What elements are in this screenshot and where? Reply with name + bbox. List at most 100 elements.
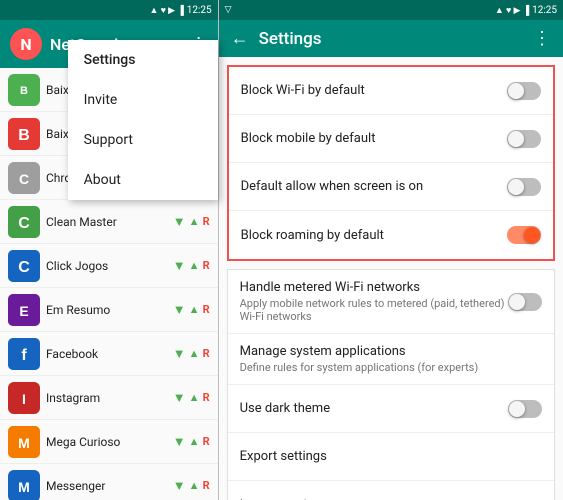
menu-item-settings[interactable]: Settings <box>68 40 218 80</box>
list-item[interactable]: M Mega Curioso ▼ ▲ R <box>0 420 218 464</box>
wifi-toggle[interactable]: ▼ <box>173 258 186 274</box>
menu-item-invite[interactable]: Invite <box>68 80 218 120</box>
app-name: Click Jogos <box>46 259 173 273</box>
mobile-toggle[interactable]: ▲ <box>189 479 200 492</box>
dropdown-menu: Settings Invite Support About <box>68 40 218 200</box>
app-icon: f <box>8 338 40 370</box>
setting-title: Block mobile by default <box>241 131 507 146</box>
setting-title: Manage system applications <box>240 344 542 359</box>
setting-text: Block mobile by default <box>241 131 507 146</box>
wifi-toggle[interactable]: ▼ <box>173 214 186 230</box>
setting-block-wifi[interactable]: Block Wi-Fi by default <box>229 67 553 115</box>
list-item[interactable]: C Clean Master ▼ ▲ R <box>0 200 218 244</box>
app-icon: M <box>8 426 40 458</box>
right-header: ← Settings ⋮ <box>219 20 563 57</box>
toggle-metered-wifi[interactable] <box>508 293 542 311</box>
setting-manage-system[interactable]: Manage system applications Define rules … <box>228 334 554 385</box>
status-time-left: 12:25 <box>187 5 212 16</box>
list-item[interactable]: M Messenger ▼ ▲ R <box>0 464 218 500</box>
highlighted-settings-section: Block Wi-Fi by default Block mobile by d… <box>227 65 555 261</box>
app-info: Messenger <box>46 479 173 493</box>
more-options-icon[interactable]: ⋮ <box>533 28 551 49</box>
app-controls: ▼ ▲ R <box>173 478 210 494</box>
r-badge: R <box>203 479 210 492</box>
setting-title: Use dark theme <box>240 401 508 416</box>
mobile-toggle[interactable]: ▲ <box>189 435 200 448</box>
r-badge: R <box>203 259 210 272</box>
setting-import[interactable]: Import settings <box>228 481 554 500</box>
toggle-dark-theme[interactable] <box>508 400 542 418</box>
netguard-app-icon: N <box>10 28 42 60</box>
toggle-block-wifi[interactable] <box>507 82 541 100</box>
menu-item-about[interactable]: About <box>68 160 218 200</box>
app-name: Mega Curioso <box>46 435 173 449</box>
setting-default-allow-screen[interactable]: Default allow when screen is on <box>229 163 553 211</box>
wifi-toggle[interactable]: ▼ <box>173 390 186 406</box>
mobile-toggle[interactable]: ▲ <box>189 259 200 272</box>
setting-dark-theme[interactable]: Use dark theme <box>228 385 554 433</box>
svg-text:B: B <box>18 127 30 144</box>
r-badge: R <box>203 303 210 316</box>
right-panel: ▽ ▲ ♥ ▶ ▐ 12:25 ← Settings ⋮ Block Wi-Fi… <box>219 0 563 500</box>
mobile-toggle[interactable]: ▲ <box>189 215 200 228</box>
list-item[interactable]: I Instagram ▼ ▲ R <box>0 376 218 420</box>
back-button[interactable]: ← <box>231 28 249 49</box>
svg-text:M: M <box>18 479 30 495</box>
app-icon: B <box>8 74 40 106</box>
setting-export[interactable]: Export settings <box>228 433 554 481</box>
wifi-toggle[interactable]: ▼ <box>173 434 186 450</box>
app-controls: ▼ ▲ R <box>173 258 210 274</box>
app-info: Facebook <box>46 347 173 361</box>
setting-text: Default allow when screen is on <box>241 179 507 194</box>
setting-block-roaming[interactable]: Block roaming by default <box>229 211 553 259</box>
mobile-toggle[interactable]: ▲ <box>189 347 200 360</box>
status-icons-right: ▲ ♥ ▶ ▐ <box>495 5 529 16</box>
app-icon: C <box>8 162 40 194</box>
list-item[interactable]: C Click Jogos ▼ ▲ R <box>0 244 218 288</box>
setting-title: Export settings <box>240 449 542 464</box>
wifi-toggle[interactable]: ▼ <box>173 302 186 318</box>
app-name: Instagram <box>46 391 173 405</box>
app-controls: ▼ ▲ R <box>173 346 210 362</box>
app-icon: C <box>8 250 40 282</box>
app-info: Instagram <box>46 391 173 405</box>
app-controls: ▼ ▲ R <box>173 302 210 318</box>
app-name: Messenger <box>46 479 173 493</box>
setting-metered-wifi[interactable]: Handle metered Wi-Fi networks Apply mobi… <box>228 270 554 334</box>
list-item[interactable]: f Facebook ▼ ▲ R <box>0 332 218 376</box>
toggle-default-allow-screen[interactable] <box>507 178 541 196</box>
setting-block-mobile[interactable]: Block mobile by default <box>229 115 553 163</box>
setting-text: Block roaming by default <box>241 228 507 243</box>
wifi-toggle[interactable]: ▼ <box>173 478 186 494</box>
app-controls: ▼ ▲ R <box>173 214 210 230</box>
setting-subtitle: Define rules for system applications (fo… <box>240 361 542 374</box>
setting-text: Use dark theme <box>240 401 508 416</box>
r-badge: R <box>203 435 210 448</box>
settings-list: Block Wi-Fi by default Block mobile by d… <box>219 57 563 500</box>
svg-text:E: E <box>19 303 28 319</box>
app-icon: B <box>8 118 40 150</box>
r-badge: R <box>203 347 210 360</box>
setting-title: Default allow when screen is on <box>241 179 507 194</box>
app-icon: M <box>8 470 40 500</box>
menu-item-support[interactable]: Support <box>68 120 218 160</box>
svg-text:I: I <box>22 391 26 407</box>
app-name: Em Resumo <box>46 303 173 317</box>
app-info: Em Resumo <box>46 303 173 317</box>
wifi-toggle[interactable]: ▼ <box>173 346 186 362</box>
settings-title: Settings <box>259 29 322 49</box>
toggle-block-mobile[interactable] <box>507 130 541 148</box>
r-badge: R <box>203 391 210 404</box>
svg-text:C: C <box>19 171 29 187</box>
svg-text:C: C <box>18 215 30 232</box>
app-icon: C <box>8 206 40 238</box>
setting-text: Manage system applications Define rules … <box>240 344 542 374</box>
normal-settings-section: Handle metered Wi-Fi networks Apply mobi… <box>227 269 555 500</box>
mobile-toggle[interactable]: ▲ <box>189 303 200 316</box>
svg-text:C: C <box>18 259 30 276</box>
app-name: Facebook <box>46 347 173 361</box>
left-panel: ▲ ♥ ▶ ▐ 12:25 N NetGuard ⋮ Settings Invi… <box>0 0 218 500</box>
mobile-toggle[interactable]: ▲ <box>189 391 200 404</box>
list-item[interactable]: E Em Resumo ▼ ▲ R <box>0 288 218 332</box>
toggle-block-roaming[interactable] <box>507 226 541 244</box>
